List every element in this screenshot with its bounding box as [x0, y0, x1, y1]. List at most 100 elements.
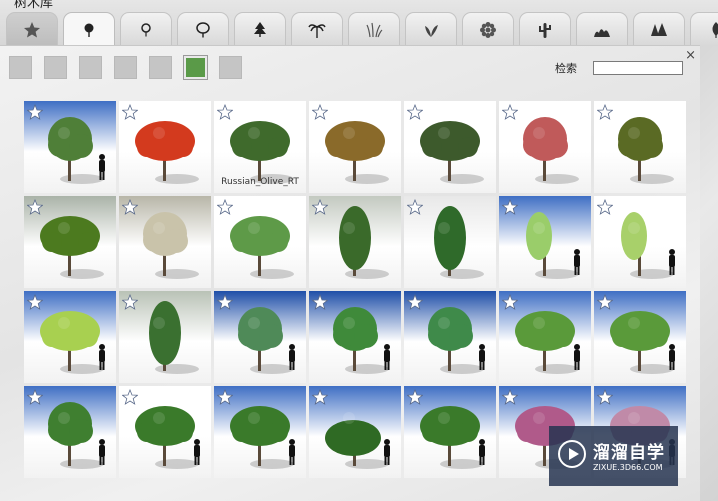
color-swatch[interactable]	[44, 56, 67, 79]
close-button[interactable]: ×	[685, 48, 696, 63]
tab-conifer[interactable]	[234, 12, 286, 46]
flower-icon	[480, 21, 496, 38]
color-swatch-selected[interactable]	[183, 55, 208, 80]
tree-thumbnail[interactable]	[499, 291, 591, 383]
favorite-star-icon[interactable]	[597, 104, 613, 120]
favorite-star-icon[interactable]	[27, 294, 43, 310]
favorite-star-icon[interactable]	[217, 294, 233, 310]
favorite-star-icon[interactable]	[502, 294, 518, 310]
play-logo-icon	[558, 440, 586, 468]
color-swatch[interactable]	[79, 56, 102, 79]
favorite-star-icon[interactable]	[502, 199, 518, 215]
favorite-star-icon[interactable]	[217, 199, 233, 215]
tree-thumbnail[interactable]	[404, 291, 496, 383]
round-tree-icon	[84, 23, 94, 37]
bush-group-icon	[594, 28, 610, 37]
tree-thumbnail[interactable]	[404, 101, 496, 193]
tree-thumbnail[interactable]	[404, 196, 496, 288]
tree-thumbnail[interactable]	[119, 291, 211, 383]
tree-thumbnail[interactable]	[594, 196, 686, 288]
tab-leaf[interactable]	[690, 12, 718, 46]
favorite-star-icon[interactable]	[122, 389, 138, 405]
tree-thumbnail[interactable]	[309, 196, 401, 288]
color-swatch[interactable]	[9, 56, 32, 79]
tree-thumbnail[interactable]	[24, 291, 116, 383]
favorite-star-icon[interactable]	[407, 389, 423, 405]
watermark-text: 溜溜自学	[593, 443, 665, 463]
star-icon	[24, 21, 40, 37]
tree-thumbnail[interactable]	[309, 101, 401, 193]
favorite-star-icon[interactable]	[312, 199, 328, 215]
category-tabs	[6, 12, 718, 47]
tree-thumbnail[interactable]	[24, 101, 116, 193]
tree-thumbnail[interactable]	[119, 386, 211, 478]
tree-thumbnail[interactable]	[214, 386, 306, 478]
color-swatch[interactable]	[149, 56, 172, 79]
color-filter-swatches	[9, 55, 242, 80]
favorite-star-icon[interactable]	[312, 294, 328, 310]
tab-grass[interactable]	[348, 12, 400, 46]
tree-thumbnail[interactable]	[309, 291, 401, 383]
tree-thumbnail[interactable]	[309, 386, 401, 478]
tab-small-tree[interactable]	[120, 12, 172, 46]
watermark-logo: 溜溜自学 ZIXUE.3D66.COM	[549, 426, 678, 486]
tab-favorites[interactable]	[6, 12, 58, 46]
favorite-star-icon[interactable]	[597, 389, 613, 405]
color-swatch[interactable]	[219, 56, 242, 79]
tab-round-tree[interactable]	[63, 12, 115, 47]
tab-broad-tree[interactable]	[177, 12, 229, 46]
favorite-star-icon[interactable]	[217, 389, 233, 405]
broad-tree-icon	[196, 21, 210, 37]
search-input[interactable]	[593, 61, 683, 75]
conifer-icon	[254, 21, 266, 37]
tab-forest[interactable]	[633, 12, 685, 46]
favorite-star-icon[interactable]	[407, 104, 423, 120]
tree-thumbnail[interactable]	[214, 291, 306, 383]
favorite-star-icon[interactable]	[407, 199, 423, 215]
tree-thumbnail[interactable]: Russian_Olive_RT	[214, 101, 306, 193]
grass-icon	[366, 22, 383, 37]
search-label: 检索	[555, 62, 577, 75]
tree-thumbnail[interactable]	[499, 101, 591, 193]
favorite-star-icon[interactable]	[27, 389, 43, 405]
tree-thumbnail[interactable]	[594, 291, 686, 383]
favorite-star-icon[interactable]	[122, 104, 138, 120]
favorite-star-icon[interactable]	[312, 104, 328, 120]
tree-thumbnail[interactable]	[119, 196, 211, 288]
palm-icon	[308, 23, 326, 38]
favorite-star-icon[interactable]	[312, 389, 328, 405]
favorite-star-icon[interactable]	[407, 294, 423, 310]
tree-thumbnail[interactable]	[214, 196, 306, 288]
tree-thumbnail[interactable]	[499, 196, 591, 288]
small-tree-icon	[141, 22, 151, 36]
window-title: 树木库	[14, 0, 54, 11]
color-swatch[interactable]	[114, 56, 137, 79]
favorite-star-icon[interactable]	[502, 389, 518, 405]
forest-icon	[651, 22, 667, 36]
favorite-star-icon[interactable]	[27, 199, 43, 215]
favorite-star-icon[interactable]	[27, 104, 43, 120]
tree-thumbnail[interactable]	[594, 101, 686, 193]
favorite-star-icon[interactable]	[597, 199, 613, 215]
favorite-star-icon[interactable]	[122, 199, 138, 215]
watermark-url: ZIXUE.3D66.COM	[593, 463, 663, 472]
tab-palm[interactable]	[291, 12, 343, 46]
leaf-plant-icon	[425, 24, 438, 37]
tree-thumbnail[interactable]	[24, 386, 116, 478]
favorite-star-icon[interactable]	[597, 294, 613, 310]
tree-thumbnail[interactable]	[24, 196, 116, 288]
tab-cactus[interactable]	[519, 12, 571, 46]
single-leaf-icon	[712, 21, 718, 38]
favorite-star-icon[interactable]	[502, 104, 518, 120]
cactus-icon	[539, 22, 551, 38]
thumbnail-caption: Russian_Olive_RT	[221, 177, 299, 187]
favorite-star-icon[interactable]	[217, 104, 233, 120]
tab-bushes[interactable]	[576, 12, 628, 46]
tree-thumbnail[interactable]	[119, 101, 211, 193]
top-toolbar: 树木库	[0, 0, 718, 47]
favorite-star-icon[interactable]	[122, 294, 138, 310]
tab-flower[interactable]	[462, 12, 514, 46]
tree-thumbnail[interactable]	[404, 386, 496, 478]
tab-plant[interactable]	[405, 12, 457, 46]
tree-thumbnail-grid: Russian_Olive_RT	[24, 101, 686, 478]
